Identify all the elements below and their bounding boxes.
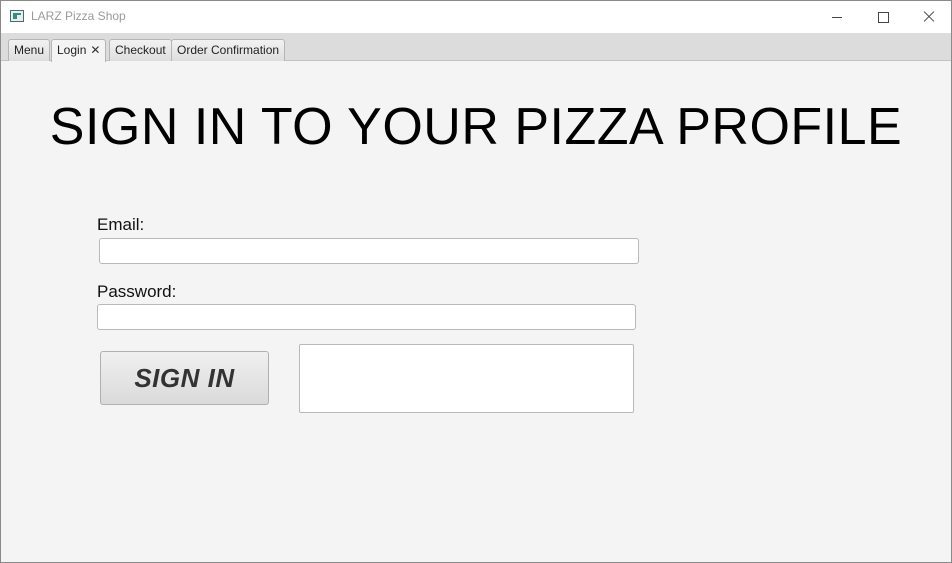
close-icon[interactable] [906, 1, 951, 33]
tab-checkout[interactable]: Checkout [109, 39, 172, 61]
maximize-icon[interactable] [860, 1, 906, 33]
tab-bar: Menu Login ✕ Checkout Order Confirmation [1, 33, 951, 62]
tab-order-confirmation[interactable]: Order Confirmation [171, 39, 286, 61]
tab-login[interactable]: Login ✕ [51, 39, 107, 62]
tab-label: Order Confirmation [177, 43, 280, 57]
app-icon [10, 10, 24, 22]
title-bar: LARZ Pizza Shop [1, 1, 951, 33]
email-field[interactable] [99, 238, 639, 264]
password-field[interactable] [97, 304, 636, 330]
sign-in-button[interactable]: SIGN IN [100, 351, 269, 405]
message-area[interactable] [299, 344, 634, 413]
page-title: SIGN IN TO YOUR PIZZA PROFILE [49, 98, 903, 156]
tab-close-icon[interactable]: ✕ [90, 40, 100, 60]
tab-label: Login [57, 43, 87, 57]
tab-menu[interactable]: Menu [8, 39, 51, 61]
minimize-icon[interactable] [814, 1, 860, 33]
email-label: Email: [97, 215, 145, 234]
tab-label: Menu [14, 43, 45, 57]
tab-label: Checkout [115, 43, 166, 57]
password-label: Password: [97, 282, 177, 301]
window-title: LARZ Pizza Shop [31, 9, 126, 23]
app-window: LARZ Pizza Shop Menu Login ✕ Checkout Ord… [0, 0, 952, 563]
